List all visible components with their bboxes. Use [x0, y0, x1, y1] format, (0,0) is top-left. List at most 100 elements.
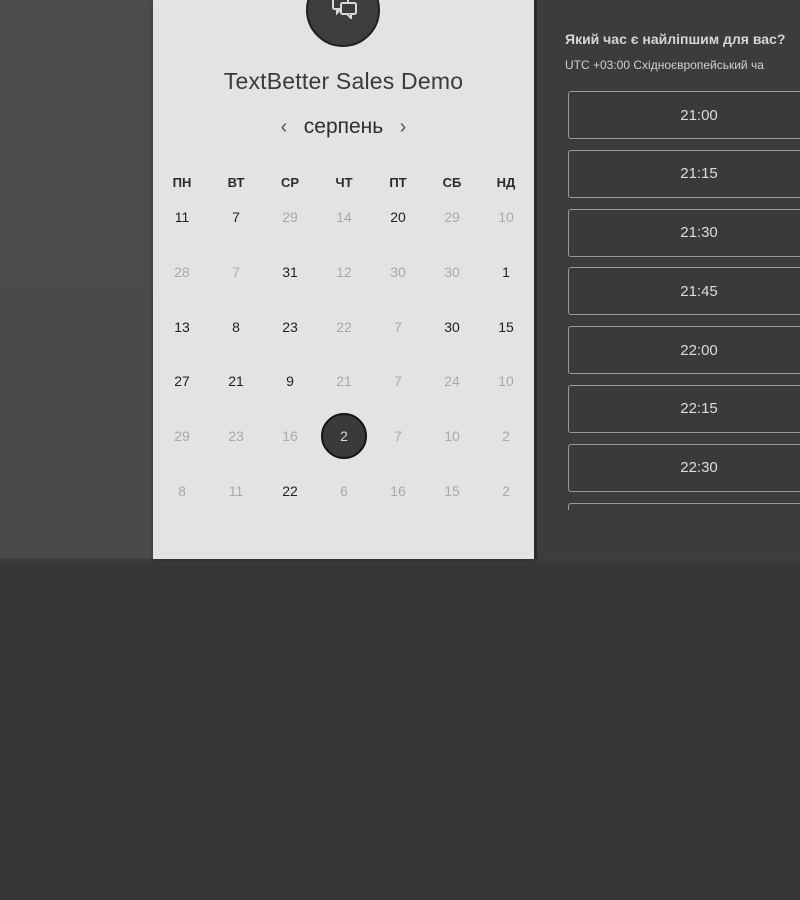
time-slot-button[interactable]: 21:45 — [568, 267, 800, 316]
time-slot-button[interactable]: 22:15 — [568, 384, 800, 433]
page-background-band — [0, 0, 153, 290]
time-slot-label: 22:00 — [680, 341, 718, 359]
calendar-day: 14 — [317, 190, 371, 245]
calendar-day-number: 30 — [444, 318, 460, 335]
weekday-label: СР — [280, 175, 300, 190]
calendar-day-number: 21 — [228, 373, 244, 390]
panel-shadow — [0, 558, 800, 568]
time-question-heading: Який час є найліпшим для вас? — [565, 31, 786, 47]
calendar-day: 12 — [317, 245, 371, 300]
calendar-day: 15 — [425, 463, 479, 518]
time-slot-button[interactable]: 22:00 — [568, 326, 800, 375]
calendar-day-number: 8 — [178, 482, 186, 499]
calendar-day-number: 29 — [174, 428, 190, 445]
calendar-day: 10 — [479, 354, 533, 409]
calendar-day: 23 — [209, 409, 263, 464]
calendar-day-number: 7 — [394, 373, 402, 390]
calendar-day-number: 12 — [336, 264, 352, 281]
calendar-day-number: 13 — [174, 318, 190, 335]
calendar-day[interactable]: 11 — [155, 190, 209, 245]
calendar-day[interactable]: 23 — [263, 299, 317, 354]
calendar-day-number: 10 — [498, 209, 514, 226]
calendar-day-number: 22 — [336, 318, 352, 335]
calendar-day: 7 — [371, 299, 425, 354]
calendar-day-number: 22 — [282, 482, 298, 499]
calendar-day[interactable]: 20 — [371, 190, 425, 245]
time-slot-label: 21:15 — [680, 165, 718, 183]
calendar-day-number: 27 — [174, 373, 190, 390]
calendar-day-number: 28 — [174, 264, 190, 281]
chevron-right-icon[interactable]: › — [394, 116, 412, 138]
time-slot-label: 21:30 — [680, 224, 718, 242]
calendar-day-number: 14 — [336, 209, 352, 226]
calendar-day: 24 — [425, 354, 479, 409]
calendar-day-number: 31 — [282, 264, 298, 281]
calendar-day[interactable]: 9 — [263, 354, 317, 409]
calendar-day-number: 2 — [502, 482, 510, 499]
calendar-day-number: 11 — [174, 209, 190, 226]
calendar-day-number: 7 — [232, 209, 240, 226]
calendar-day-number: 16 — [282, 428, 298, 445]
calendar-day[interactable]: 27 — [155, 354, 209, 409]
calendar-day[interactable]: 22 — [263, 463, 317, 518]
time-slot-button-partial[interactable] — [568, 502, 800, 510]
time-slot-button[interactable]: 21:30 — [568, 208, 800, 257]
calendar-day-number: 24 — [444, 373, 460, 390]
calendar-day[interactable]: 21 — [209, 354, 263, 409]
chevron-left-icon[interactable]: ‹ — [275, 116, 293, 138]
weekday-label: ЧТ — [335, 175, 353, 190]
time-slot-label: 22:30 — [680, 459, 718, 477]
calendar-day-number: 30 — [390, 264, 406, 281]
calendar-day[interactable]: 31 — [263, 245, 317, 300]
calendar-day: 28 — [155, 245, 209, 300]
calendar-day-number: 2 — [502, 428, 510, 445]
calendar-day-number: 16 — [390, 482, 406, 499]
calendar-day-number: 7 — [394, 428, 402, 445]
calendar-day: 10 — [425, 409, 479, 464]
calendar-day: 29 — [263, 190, 317, 245]
calendar-day: 10 — [479, 190, 533, 245]
weekday-label: ПН — [172, 175, 192, 190]
time-slot-panel: Який час є найліпшим для вас? UTC +03:00… — [537, 0, 800, 559]
calendar-day[interactable]: 15 — [479, 299, 533, 354]
calendar-day-number: 20 — [390, 209, 406, 226]
weekday-label: ПТ — [389, 175, 407, 190]
weekday-label: ВТ — [227, 175, 245, 190]
time-slot-list: 21:00 21:15 21:30 21:45 22:00 22:15 22:30 — [568, 91, 800, 510]
calendar-day: 6 — [317, 463, 371, 518]
calendar-day: 22 — [317, 299, 371, 354]
calendar-day-number: 30 — [444, 264, 460, 281]
calendar-day-number: 10 — [498, 373, 514, 390]
calendar-day-number: 23 — [228, 428, 244, 445]
calendar-day-number: 29 — [444, 209, 460, 226]
calendar-day-number: 1 — [502, 264, 510, 281]
calendar-day: 30 — [371, 245, 425, 300]
calendar-day: 30 — [425, 245, 479, 300]
calendar-day: 7 — [371, 409, 425, 464]
calendar-day: 29 — [425, 190, 479, 245]
calendar-day[interactable]: 30 — [425, 299, 479, 354]
time-slot-button[interactable]: 22:30 — [568, 443, 800, 492]
calendar-day[interactable]: 13 — [155, 299, 209, 354]
calendar-day[interactable]: 8 — [209, 299, 263, 354]
calendar-day-grid: 11 7 29 14 20 29 10 28 7 31 12 30 30 1 13 8 23 22 7 30 15 27 2… — [155, 190, 533, 518]
event-title: TextBetter Sales Demo — [223, 68, 464, 94]
calendar-day: 2 — [479, 409, 533, 464]
calendar-day: 7 — [371, 354, 425, 409]
calendar-day[interactable]: 7 — [209, 190, 263, 245]
calendar-day-number: 7 — [394, 318, 402, 335]
calendar-day-number: 21 — [336, 373, 352, 390]
calendar-day[interactable]: 1 — [479, 245, 533, 300]
calendar-day-number: 7 — [232, 264, 240, 281]
calendar-day-selected[interactable]: 2 — [317, 409, 371, 464]
weekday-label: СБ — [442, 175, 462, 190]
calendar-day: 29 — [155, 409, 209, 464]
month-navigation: ‹ серпень › — [153, 114, 534, 142]
time-slot-button[interactable]: 21:00 — [568, 91, 800, 139]
weekday-label: НД — [496, 175, 516, 190]
time-slot-button[interactable]: 21:15 — [568, 149, 800, 198]
time-slot-label: 22:15 — [680, 400, 718, 418]
calendar-day: 8 — [155, 463, 209, 518]
calendar-day-number: 10 — [444, 428, 460, 445]
calendar-day-number: 29 — [282, 209, 298, 226]
